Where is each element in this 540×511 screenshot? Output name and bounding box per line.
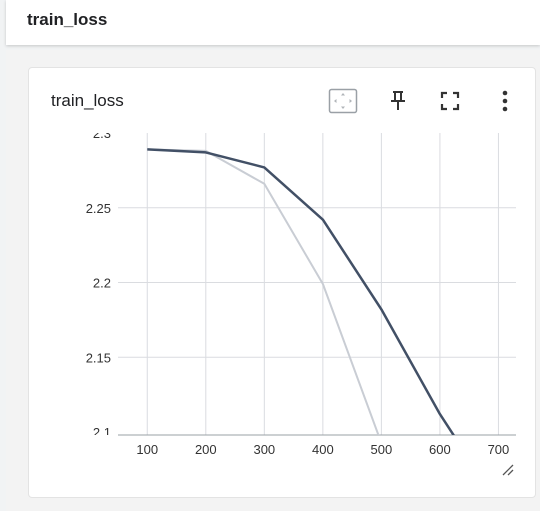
y-tick-label: 2.2 bbox=[93, 276, 111, 291]
smoothed-series-line bbox=[147, 148, 456, 435]
x-tick-label: 100 bbox=[136, 442, 158, 457]
x-tick-label: 300 bbox=[253, 442, 275, 457]
y-tick-label: 2.25 bbox=[86, 201, 111, 216]
x-tick-label: 600 bbox=[429, 442, 451, 457]
resize-handle-icon[interactable] bbox=[502, 464, 514, 476]
train-loss-chart[interactable]: 100 200 300 400 500 600 700 2.25 2.2 2.15 2.3 2.1 bbox=[0, 0, 540, 511]
y-tick-label: 2.15 bbox=[86, 350, 111, 365]
x-tick-label: 400 bbox=[312, 442, 334, 457]
raw-series-line bbox=[147, 148, 380, 435]
x-tick-label: 200 bbox=[195, 442, 217, 457]
x-tick-label: 500 bbox=[371, 442, 393, 457]
y-tick-label-clipped: 2.1 bbox=[93, 425, 111, 440]
x-tick-label: 700 bbox=[488, 442, 510, 457]
y-tick-label-clipped: 2.3 bbox=[93, 126, 111, 141]
series-group bbox=[147, 148, 456, 435]
